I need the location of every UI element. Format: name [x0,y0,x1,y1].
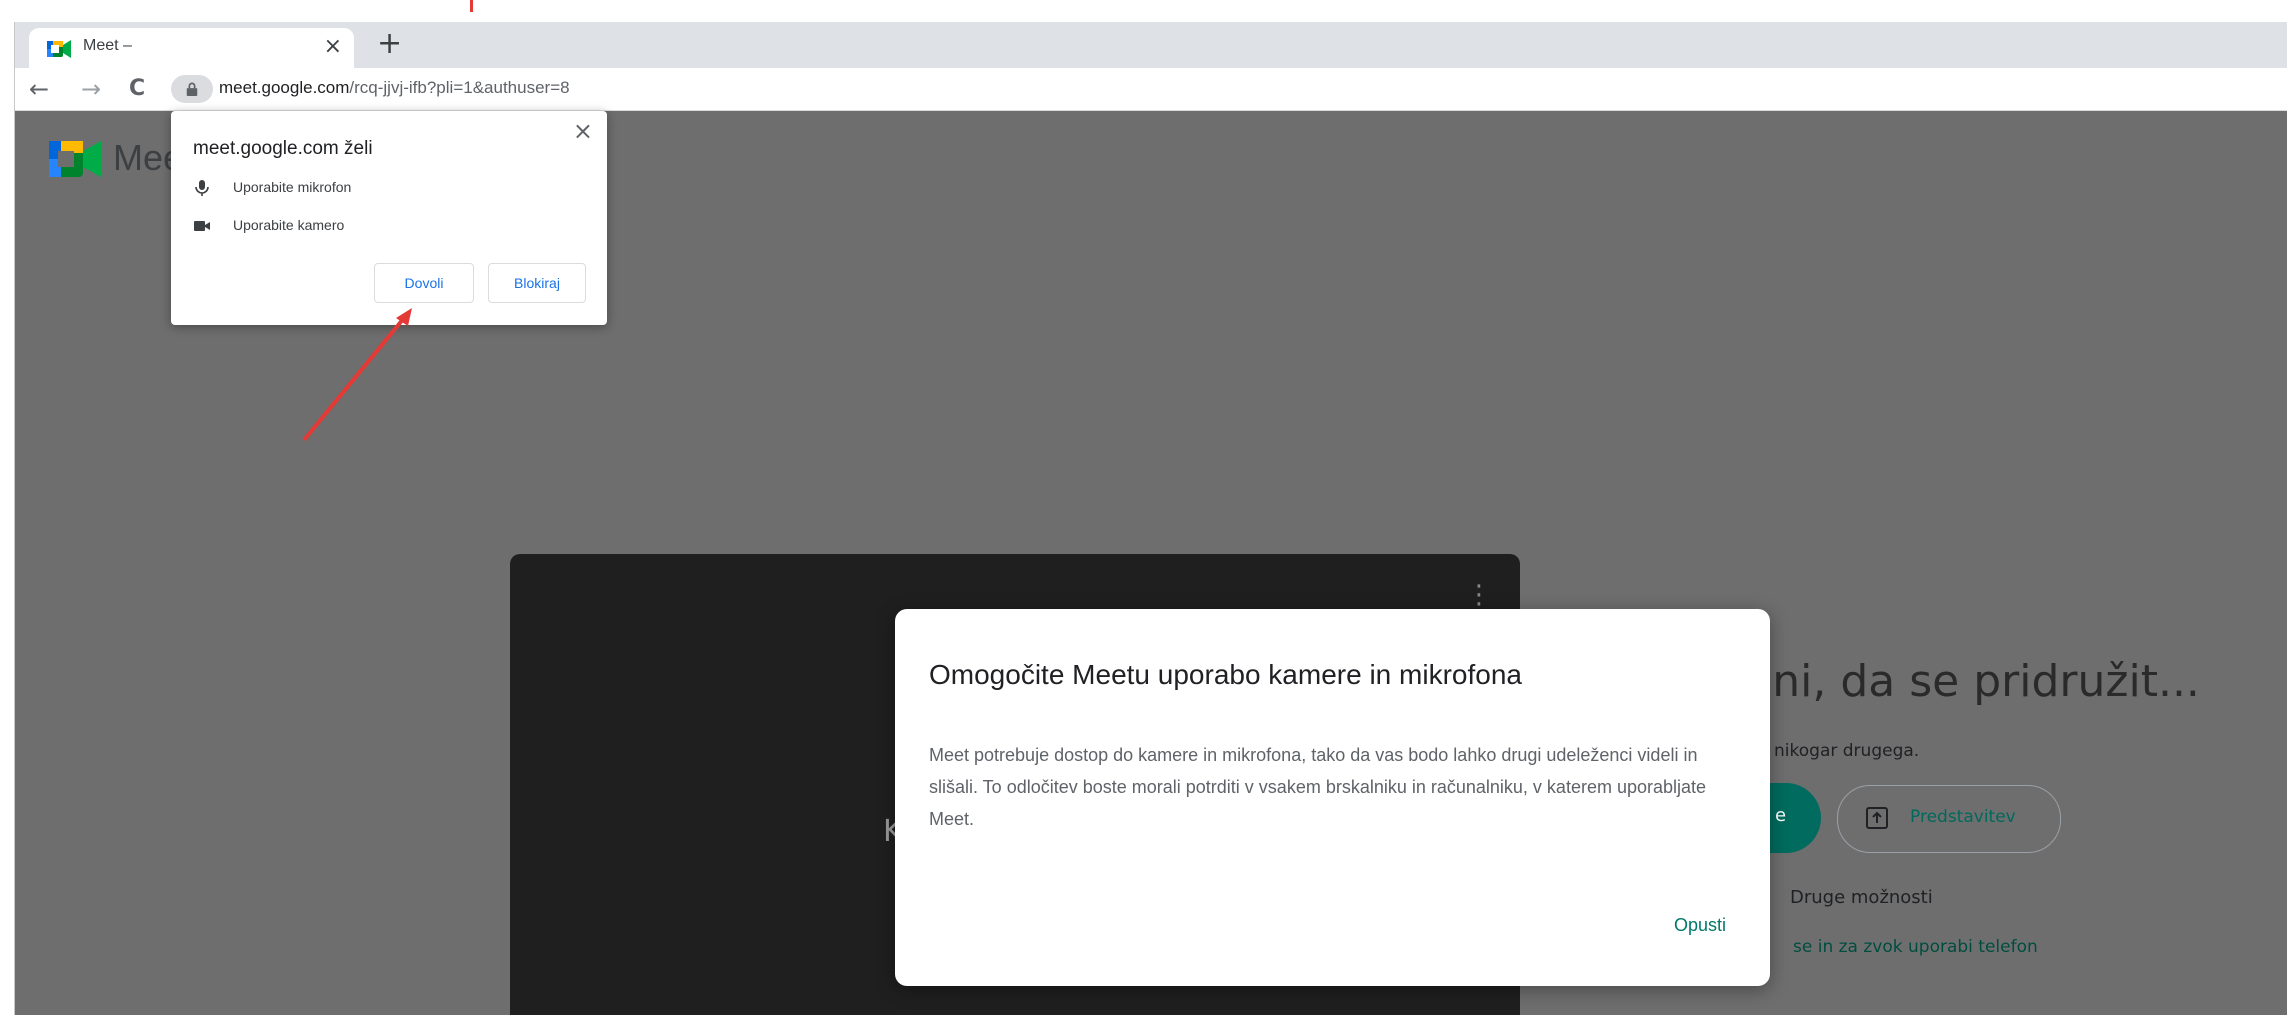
popup-close-icon[interactable]: × [573,117,593,145]
site-permission-popup: meet.google.com želi × Uporabite mikrofo… [171,111,607,325]
meet-favicon-icon [47,40,71,58]
block-button[interactable]: Blokiraj [488,263,586,303]
screenshot-root: { "browser": { "tab_title": "Meet –", "t… [0,0,2287,1015]
back-arrow-icon[interactable]: ← [29,74,49,104]
phone-audio-link[interactable]: se in za zvok uporabi telefon [1793,937,2038,957]
tab-close-icon[interactable]: × [324,33,342,61]
site-info-button[interactable] [171,75,213,103]
browser-toolbar: ← → C meet.google.com/rcq-jjvj-ifb?pli=1… [15,68,2287,111]
present-button-label: Predstavitev [1910,807,2016,827]
lock-icon [186,82,198,96]
forward-arrow-icon[interactable]: → [81,74,101,104]
new-tab-button[interactable]: + [377,26,402,62]
dialog-title: Omogočite Meetu uporabo kamere in mikrof… [929,659,1522,690]
allow-button[interactable]: Dovoli [374,263,474,303]
present-button[interactable]: Predstavitev [1837,785,2061,853]
other-options-label: Druge možnosti [1790,887,1933,908]
permission-dialog: Omogočite Meetu uporabo kamere in mikrof… [895,609,1770,986]
annotation-mark [470,0,473,12]
microphone-icon [195,180,209,196]
url-text: meet.google.com/rcq-jjvj-ifb?pli=1&authu… [219,78,570,98]
ready-heading: jeni, da se pridružit... [1733,656,2200,707]
address-bar[interactable]: meet.google.com/rcq-jjvj-ifb?pli=1&authu… [171,74,2271,104]
join-button-label: e [1775,805,1787,826]
permission-label: Uporabite kamero [233,217,345,233]
more-options-icon[interactable]: ⋮ [1466,582,1492,608]
present-screen-icon [1866,807,1888,829]
url-path: /rcq-jjvj-ifb?pli=1&authuser=8 [349,78,570,97]
camera-icon [194,221,210,231]
tab-strip: Meet – × + [15,22,2287,68]
tab-title: Meet – [83,37,132,54]
url-host: meet.google.com [219,78,350,97]
reload-icon[interactable]: C [129,74,145,104]
dismiss-button[interactable]: Opusti [1674,915,1726,936]
meet-logo-icon [49,141,101,177]
popup-title: meet.google.com želi [193,138,373,159]
tab-meet[interactable]: Meet – × [29,28,354,68]
permission-label: Uporabite mikrofon [233,179,352,195]
dialog-body: Meet potrebuje dostop do kamere in mikro… [929,745,1707,829]
